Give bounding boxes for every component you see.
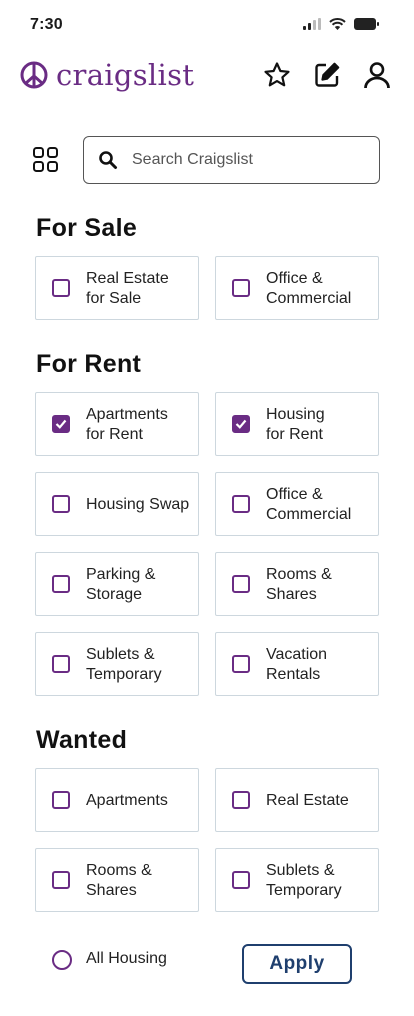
search-icon xyxy=(99,151,117,169)
option-for-rent-sublets-temporary[interactable]: Sublets & Temporary xyxy=(35,632,199,696)
option-for-rent-housing-swap[interactable]: Housing Swap xyxy=(35,472,199,536)
option-label: Sublets & Temporary xyxy=(266,862,342,899)
grid-icon xyxy=(33,147,58,172)
checkbox[interactable] xyxy=(52,655,70,673)
option-label: Rooms & Shares xyxy=(266,566,332,603)
checkbox[interactable] xyxy=(52,415,70,433)
battery-icon xyxy=(354,18,379,30)
star-icon xyxy=(264,62,290,87)
favorites-button[interactable] xyxy=(262,60,292,90)
peace-logo-icon xyxy=(20,61,48,89)
checkbox[interactable] xyxy=(52,791,70,809)
checkbox[interactable] xyxy=(232,575,250,593)
header-actions xyxy=(262,60,392,90)
status-icons xyxy=(303,18,380,30)
option-label: Housing for Rent xyxy=(266,406,325,443)
option-for-sale-office-commercial[interactable]: Office & Commercial xyxy=(215,256,379,320)
option-label: Real Estate for Sale xyxy=(86,270,169,307)
option-for-rent-vacation-rentals[interactable]: Vacation Rentals xyxy=(215,632,379,696)
option-wanted-rooms-shares[interactable]: Rooms & Shares xyxy=(35,848,199,912)
grid-view-button[interactable] xyxy=(32,146,60,174)
section-title-for-sale: For Sale xyxy=(36,214,138,242)
apply-button[interactable]: Apply xyxy=(242,944,352,984)
option-label: Housing Swap xyxy=(86,496,190,513)
option-wanted-sublets-temporary[interactable]: Sublets & Temporary xyxy=(215,848,379,912)
checkbox[interactable] xyxy=(232,655,250,673)
app-header: craigslist xyxy=(0,52,414,102)
checkbox[interactable] xyxy=(232,415,250,433)
section-title-wanted: Wanted xyxy=(36,726,128,754)
option-label: Parking & Storage xyxy=(86,566,156,603)
option-label: Sublets & Temporary xyxy=(86,646,162,683)
search-input[interactable] xyxy=(132,151,352,169)
user-icon xyxy=(364,62,390,89)
check-icon xyxy=(235,419,247,429)
all-housing-radio[interactable] xyxy=(52,950,72,970)
checkbox[interactable] xyxy=(52,495,70,513)
option-for-rent-office-commercial[interactable]: Office & Commercial xyxy=(215,472,379,536)
status-bar: 7:30 xyxy=(0,0,414,50)
check-icon xyxy=(55,419,67,429)
all-housing-label: All Housing xyxy=(86,950,167,967)
option-label: Rooms & Shares xyxy=(86,862,152,899)
option-label: Apartments xyxy=(86,792,168,809)
footer-row: All Housing Apply xyxy=(0,940,414,984)
option-for-sale-real-estate[interactable]: Real Estate for Sale xyxy=(35,256,199,320)
checkbox[interactable] xyxy=(232,279,250,297)
section-title-for-rent: For Rent xyxy=(36,350,142,378)
edit-icon xyxy=(315,62,340,87)
checkbox[interactable] xyxy=(232,791,250,809)
option-label: Apartments for Rent xyxy=(86,406,168,443)
wifi-icon xyxy=(329,18,346,30)
status-time: 7:30 xyxy=(30,16,63,33)
option-label: Office & Commercial xyxy=(266,486,352,523)
checkbox[interactable] xyxy=(52,279,70,297)
option-label: Office & Commercial xyxy=(266,270,352,307)
option-label: Vacation Rentals xyxy=(266,646,328,683)
account-button[interactable] xyxy=(362,60,392,90)
checkbox[interactable] xyxy=(52,575,70,593)
checkbox[interactable] xyxy=(232,495,250,513)
option-wanted-real-estate[interactable]: Real Estate xyxy=(215,768,379,832)
signal-icon xyxy=(303,18,321,30)
search-box[interactable] xyxy=(83,136,380,184)
post-button[interactable] xyxy=(312,60,342,90)
option-label: Real Estate xyxy=(266,792,349,809)
craigslist-logo[interactable]: craigslist xyxy=(20,58,194,92)
checkbox[interactable] xyxy=(232,871,250,889)
option-for-rent-apartments[interactable]: Apartments for Rent xyxy=(35,392,199,456)
checkbox[interactable] xyxy=(52,871,70,889)
option-for-rent-rooms-shares[interactable]: Rooms & Shares xyxy=(215,552,379,616)
search-row xyxy=(0,136,414,184)
option-for-rent-parking-storage[interactable]: Parking & Storage xyxy=(35,552,199,616)
option-wanted-apartments[interactable]: Apartments xyxy=(35,768,199,832)
brand-name: craigslist xyxy=(56,58,195,92)
option-for-rent-housing[interactable]: Housing for Rent xyxy=(215,392,379,456)
